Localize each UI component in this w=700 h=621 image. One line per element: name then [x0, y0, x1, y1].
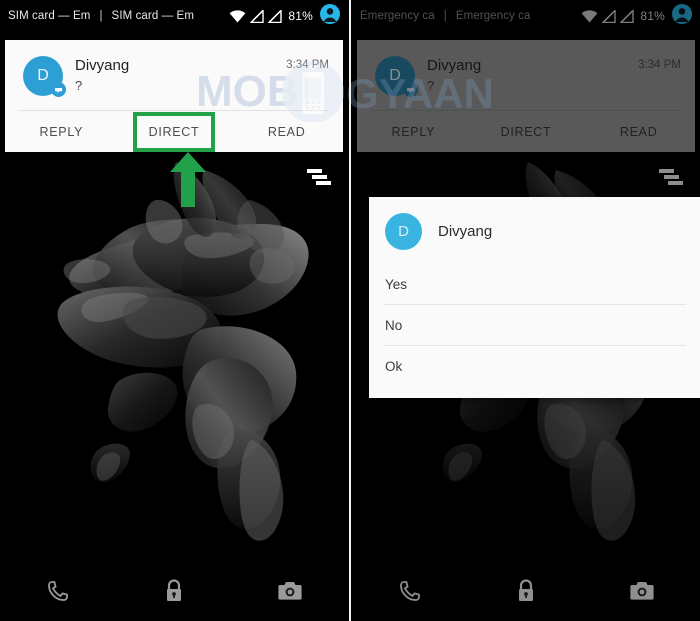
user-account-icon[interactable] [320, 3, 340, 29]
lock-indicator[interactable] [468, 579, 584, 603]
notification-time: 3:34 PM [286, 59, 329, 71]
lock-icon[interactable] [163, 579, 185, 603]
notification-card[interactable]: D Divyang ? 3:34 PM REPLY DIRECT READ [5, 40, 343, 152]
phone-shortcut[interactable] [0, 580, 116, 602]
carrier-label-sim2: SIM card — Em [111, 10, 194, 22]
notification-header: D Divyang ? 3:34 PM [5, 40, 343, 110]
bottom-nav-left [0, 561, 348, 621]
battery-percent-label: 81% [288, 9, 313, 23]
phone-icon[interactable] [399, 580, 421, 602]
lock-indicator[interactable] [116, 579, 232, 603]
bottom-nav-right [352, 561, 700, 621]
notification-action-read[interactable]: READ [230, 125, 343, 139]
notification-list-icon[interactable] [307, 168, 331, 191]
camera-icon[interactable] [630, 581, 654, 601]
no-sim-icon [268, 9, 283, 23]
dialog-option-no[interactable]: No [369, 305, 700, 345]
notification-actions: REPLY DIRECT READ [5, 111, 343, 152]
no-sim-icon [250, 9, 265, 23]
carrier-labels: SIM card — Em | SIM card — Em [8, 10, 229, 22]
dialog-header: D Divyang [369, 197, 700, 264]
carrier-separator: | [99, 10, 103, 22]
notification-action-direct-wrap: DIRECT [118, 111, 231, 152]
dialog-option-yes[interactable]: Yes [369, 264, 700, 304]
phone-screen-left: SIM card — Em | SIM card — Em 81% D Divy… [0, 0, 348, 621]
notification-body: ? [75, 78, 83, 93]
phone-shortcut[interactable] [352, 580, 468, 602]
screenshot-stage: SIM card — Em | SIM card — Em 81% D Divy… [0, 0, 700, 621]
notification-action-direct[interactable]: DIRECT [133, 111, 215, 152]
notification-list-icon[interactable] [659, 168, 683, 191]
carrier-label-sim1: SIM card — Em [8, 10, 91, 22]
notification-action-reply[interactable]: REPLY [5, 125, 118, 139]
notification-title: Divyang [75, 57, 130, 74]
phone-icon[interactable] [47, 580, 69, 602]
avatar: D [23, 56, 66, 97]
dialog-bottom-padding [369, 386, 700, 398]
camera-shortcut[interactable] [232, 581, 348, 601]
phone-screen-right: Emergency ca | Emergency ca 81% D Divyan… [352, 0, 700, 621]
status-icons-left: 81% [229, 3, 340, 29]
camera-icon[interactable] [278, 581, 302, 601]
panel-divider [349, 0, 351, 621]
dialog-avatar: D [385, 213, 422, 250]
avatar-badge-icon [51, 82, 66, 97]
camera-shortcut[interactable] [584, 581, 700, 601]
dialog-option-ok[interactable]: Ok [369, 346, 700, 386]
status-bar-left: SIM card — Em | SIM card — Em 81% [0, 0, 348, 32]
wifi-icon [229, 9, 246, 23]
dialog-title: Divyang [438, 223, 493, 240]
callout-arrow-icon [168, 150, 208, 213]
lock-icon[interactable] [515, 579, 537, 603]
direct-reply-dialog: D Divyang Yes No Ok [369, 197, 700, 398]
